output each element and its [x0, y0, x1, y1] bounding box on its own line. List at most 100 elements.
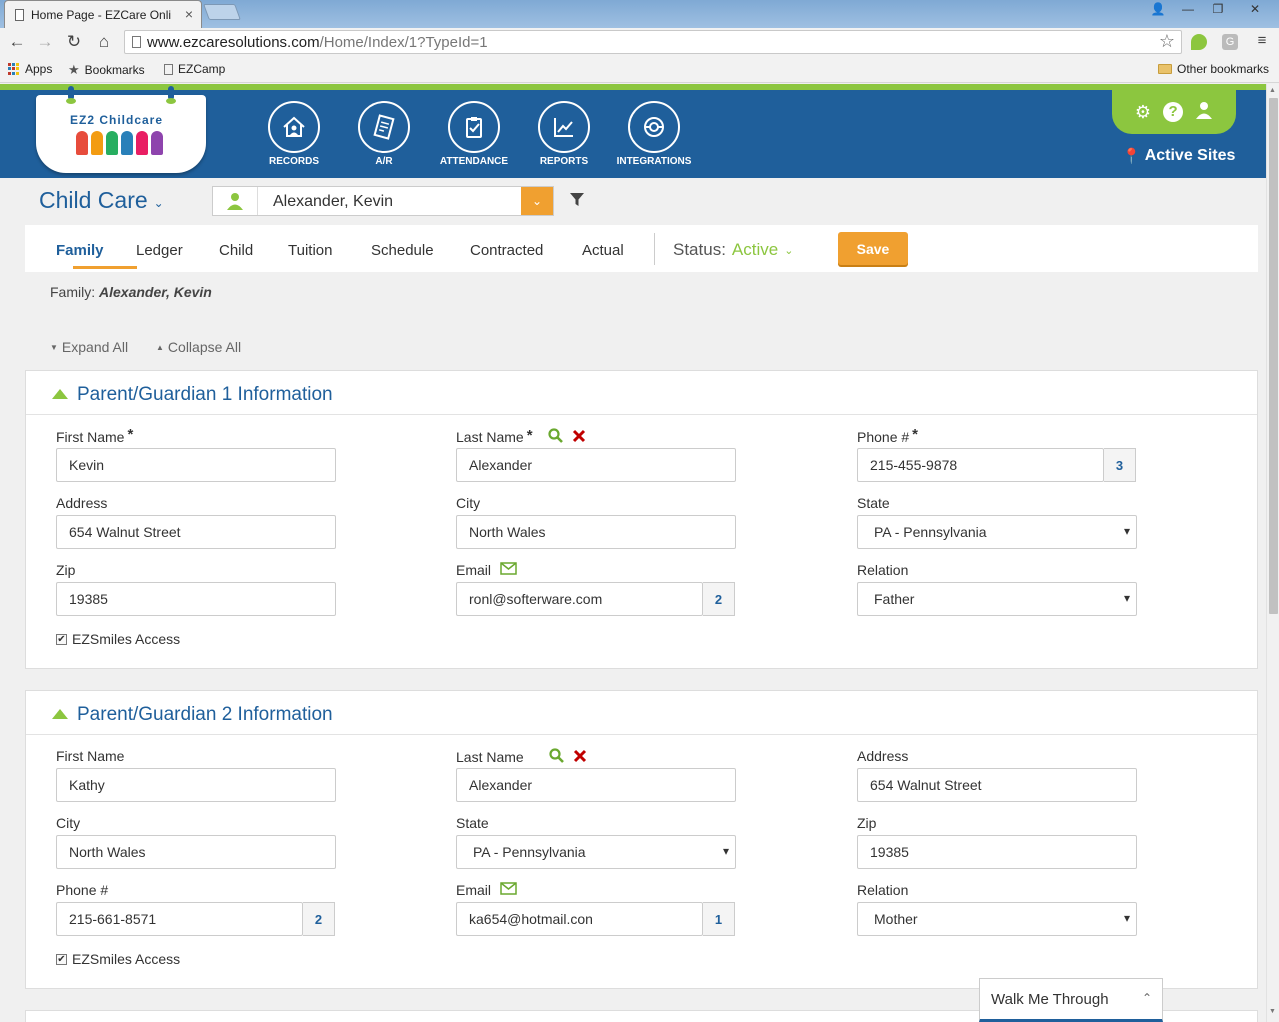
address-bar[interactable]: www.ezcaresolutions.com/Home/Index/1?Typ…: [124, 30, 1182, 54]
nav-reports[interactable]: REPORTS: [519, 101, 609, 167]
guardian1-zip-input[interactable]: 19385: [56, 582, 336, 616]
logo-text: EZ2 Childcare: [70, 113, 164, 127]
guardian1-first-name-input[interactable]: Kevin: [56, 448, 336, 482]
bookmarks-bar: Apps ★ Bookmarks EZCamp Other bookmarks: [0, 56, 1279, 83]
close-tab-icon[interactable]: ×: [185, 6, 193, 22]
guardian2-phone-input[interactable]: 215-661-8571: [56, 902, 303, 936]
guardian2-email-input[interactable]: ka654@hotmail.con: [456, 902, 703, 936]
email-label: Email: [456, 882, 517, 898]
nav-label: ATTENDANCE: [439, 156, 509, 167]
status-selector[interactable]: Status: Active ⌄: [673, 240, 793, 260]
walk-me-label: Walk Me Through: [991, 991, 1109, 1008]
guardian2-ezsmiles-checkbox[interactable]: ✔ EZSmiles Access: [56, 951, 180, 967]
caret-down-icon: ▼: [50, 342, 58, 352]
guardian2-email-count[interactable]: 1: [703, 902, 735, 936]
menu-icon[interactable]: ≡: [1252, 32, 1272, 49]
tab-ledger[interactable]: Ledger: [136, 242, 183, 259]
tab-contracted[interactable]: Contracted: [470, 242, 543, 259]
collapse-all-button[interactable]: ▲ Collapse All: [156, 339, 241, 355]
other-bookmarks[interactable]: Other bookmarks: [1158, 62, 1269, 76]
guardian1-email-input[interactable]: ronl@softerware.com: [456, 582, 703, 616]
guardian1-header[interactable]: Parent/Guardian 1 Information: [26, 371, 1257, 415]
nav-ar[interactable]: A/R: [339, 101, 429, 167]
address-label: Address: [56, 495, 108, 511]
guardian1-relation-select[interactable]: Father: [857, 582, 1137, 616]
scroll-down-arrow-icon[interactable]: ▼: [1269, 1008, 1276, 1015]
guardian1-email-count[interactable]: 2: [703, 582, 735, 616]
nav-attendance[interactable]: ATTENDANCE: [429, 101, 519, 167]
person-dropdown-chevron-icon[interactable]: ⌄: [521, 187, 553, 215]
help-icon[interactable]: ?: [1163, 102, 1184, 122]
tab-actual[interactable]: Actual: [582, 242, 624, 259]
person-icon: [213, 187, 258, 215]
expand-all-label: Expand All: [61, 339, 129, 355]
filter-icon[interactable]: [570, 193, 584, 210]
guardian2-address-input[interactable]: 654 Walnut Street: [857, 768, 1137, 802]
guardian2-last-name-input[interactable]: Alexander: [456, 768, 736, 802]
search-icon[interactable]: [549, 748, 564, 766]
guardian1-address-input[interactable]: 654 Walnut Street: [56, 515, 336, 549]
extension-g-icon[interactable]: G: [1222, 34, 1238, 50]
tab-family[interactable]: Family: [56, 242, 104, 259]
back-arrow-icon[interactable]: ←: [7, 32, 27, 52]
records-icon: [268, 101, 320, 153]
guardian2-first-name-input[interactable]: Kathy: [56, 768, 336, 802]
bookmark-star-icon[interactable]: ☆: [1159, 31, 1175, 52]
bookmark-ezcamp[interactable]: EZCamp: [164, 62, 225, 76]
guardian1-phone-input[interactable]: 215-455-9878: [857, 448, 1104, 482]
gear-icon[interactable]: ⚙: [1135, 102, 1151, 123]
delete-x-icon[interactable]: [572, 429, 586, 446]
chevron-up-icon[interactable]: ⌃: [1142, 991, 1152, 1005]
star-icon: ★: [68, 62, 80, 77]
module-selector[interactable]: Child Care ⌄: [39, 187, 164, 214]
page-scrollbar[interactable]: ▲ ▼: [1266, 84, 1279, 1022]
minimize-button[interactable]: —: [1175, 0, 1201, 18]
guardian1-phone-count[interactable]: 3: [1104, 448, 1136, 482]
scrollbar-thumb[interactable]: [1269, 98, 1278, 614]
guardian1-last-name-input[interactable]: Alexander: [456, 448, 736, 482]
app-logo[interactable]: EZ2 Childcare: [36, 86, 206, 173]
bookmark-apps[interactable]: Apps: [8, 62, 52, 76]
save-button[interactable]: Save: [838, 232, 908, 265]
close-window-button[interactable]: ✕: [1235, 0, 1275, 18]
checkbox-checked-icon[interactable]: ✔: [56, 633, 67, 645]
walk-me-through-widget[interactable]: Walk Me Through ⌃: [979, 978, 1163, 1022]
reload-icon[interactable]: ↻: [64, 32, 84, 52]
checkbox-checked-icon[interactable]: ✔: [56, 953, 67, 965]
new-tab-button[interactable]: [203, 4, 241, 20]
guardian2-zip-input[interactable]: 19385: [857, 835, 1137, 869]
expand-all-button[interactable]: ▼ Expand All: [50, 339, 128, 355]
delete-x-icon[interactable]: [573, 749, 587, 766]
person-selector[interactable]: Alexander, Kevin ⌄: [212, 186, 554, 216]
forward-arrow-icon[interactable]: →: [35, 32, 55, 52]
guardian2-phone-count[interactable]: 2: [303, 902, 335, 936]
module-title: Child Care: [39, 187, 148, 213]
nav-integrations[interactable]: INTEGRATIONS: [609, 101, 699, 167]
guardian2-relation-select[interactable]: Mother: [857, 902, 1137, 936]
guardian1-state-select[interactable]: PA - Pennsylvania: [857, 515, 1137, 549]
guardian2-state-select[interactable]: PA - Pennsylvania: [456, 835, 736, 869]
browser-tab[interactable]: Home Page - EZCare Onli ×: [4, 0, 202, 28]
guardian1-ezsmiles-checkbox[interactable]: ✔ EZSmiles Access: [56, 631, 180, 647]
home-icon[interactable]: ⌂: [94, 32, 114, 52]
bookmark-bookmarks[interactable]: ★ Bookmarks: [68, 62, 145, 78]
user-icon[interactable]: 👤: [1145, 0, 1171, 18]
page-info-icon[interactable]: [132, 36, 141, 48]
user-icon[interactable]: [1195, 101, 1213, 124]
nav-records[interactable]: RECORDS: [249, 101, 339, 167]
maximize-button[interactable]: ❐: [1205, 0, 1231, 18]
collapse-triangle-icon[interactable]: [52, 389, 68, 399]
guardian2-city-input[interactable]: North Wales: [56, 835, 336, 869]
extension-leaf-icon[interactable]: [1191, 34, 1207, 50]
envelope-icon[interactable]: [500, 882, 517, 898]
tab-child[interactable]: Child: [219, 242, 253, 259]
scroll-up-arrow-icon[interactable]: ▲: [1269, 87, 1276, 94]
guardian1-city-input[interactable]: North Wales: [456, 515, 736, 549]
collapse-triangle-icon[interactable]: [52, 709, 68, 719]
search-icon[interactable]: [547, 428, 563, 446]
tab-tuition[interactable]: Tuition: [288, 242, 332, 259]
active-sites-link[interactable]: 📍 Active Sites: [1122, 147, 1235, 165]
envelope-icon[interactable]: [500, 562, 517, 578]
guardian2-header[interactable]: Parent/Guardian 2 Information: [26, 691, 1257, 735]
tab-schedule[interactable]: Schedule: [371, 242, 434, 259]
